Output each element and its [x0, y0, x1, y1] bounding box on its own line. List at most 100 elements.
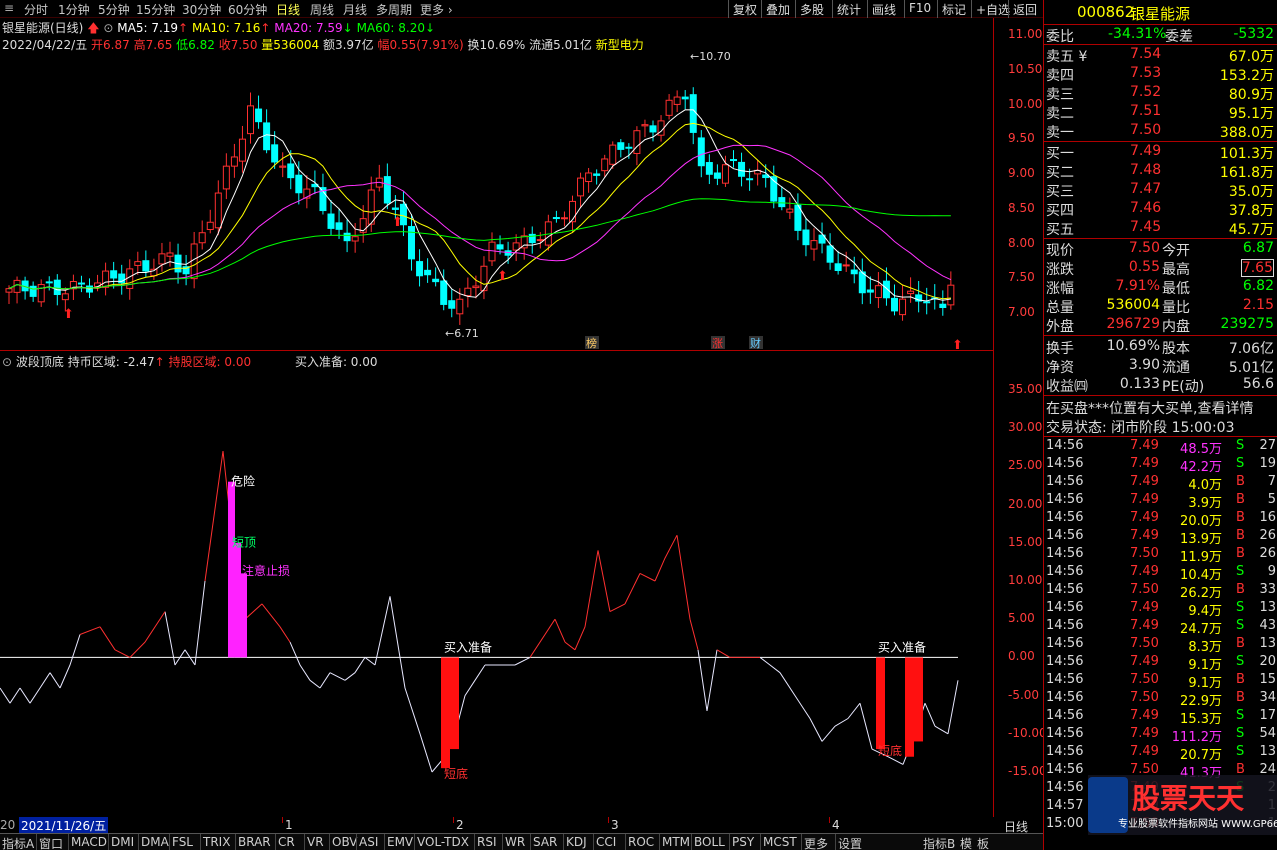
tab-period-7[interactable]: 周线	[310, 1, 334, 18]
event-marker[interactable]: 榜	[586, 336, 597, 350]
indicator-tab-22[interactable]: PSY	[732, 835, 754, 849]
indicator-tab-3[interactable]: DMI	[111, 835, 134, 849]
toolbar-separator	[1008, 0, 1009, 18]
indicator-tab-4[interactable]: DMA	[141, 835, 169, 849]
weibi-value: -34.31%	[1108, 26, 1167, 42]
sell-level-row[interactable]: 卖四 7.53 153.2万	[1044, 64, 1277, 84]
candle-body	[891, 297, 898, 312]
candle-body	[730, 159, 737, 162]
indicator-tab-6[interactable]: TRIX	[203, 835, 230, 849]
indicator-tab-20[interactable]: MTM	[662, 835, 690, 849]
candle-body	[126, 268, 134, 289]
chevron-down-icon[interactable]: ⊙	[103, 21, 113, 35]
candle-body	[102, 270, 110, 288]
indicator-tab-12[interactable]: EMV	[387, 835, 413, 849]
toolbar-button-1[interactable]: 叠加	[766, 1, 790, 18]
tab-separator	[414, 834, 415, 850]
tab-separator	[801, 834, 802, 850]
sell-level-label: 卖二	[1046, 106, 1074, 122]
indicator-tab-21[interactable]: BOLL	[694, 835, 725, 849]
candle-body	[625, 146, 633, 149]
toolbar-button-5[interactable]: F10	[909, 1, 931, 15]
stat-value: 10.69%	[1106, 338, 1160, 354]
indicator-tab-10[interactable]: OBV	[332, 835, 358, 849]
buy-level-row[interactable]: 买二 7.48 161.8万	[1044, 161, 1277, 181]
indicator-tab-13[interactable]: VOL-TDX	[417, 835, 469, 849]
tick-time: 14:56	[1046, 564, 1084, 579]
indicator-tab-0[interactable]: 指标A	[2, 835, 34, 850]
indicator-tab-17[interactable]: KDJ	[566, 835, 587, 849]
candle-body	[874, 285, 882, 299]
sell-level-row[interactable]: 卖一 7.50 388.0万	[1044, 121, 1277, 141]
sell-level-row[interactable]: 卖三 7.52 80.9万	[1044, 83, 1277, 103]
menu-icon[interactable]: ≡	[4, 1, 14, 15]
indicator-tab-24[interactable]: 更多	[804, 835, 828, 850]
indicator-b-tab-0[interactable]: 指标B	[923, 835, 955, 850]
indicator-tab-5[interactable]: FSL	[172, 835, 193, 849]
tab-separator	[275, 834, 276, 850]
indicator-tick: 0.00	[1008, 649, 1035, 664]
indicator-tab-18[interactable]: CCI	[596, 835, 616, 849]
indicator-chart[interactable]: 危险 短顶 注意止损 买入准备 短底 买入准备 短底	[0, 351, 1000, 817]
tab-period-10[interactable]: 更多 ›	[420, 1, 453, 18]
toolbar-button-8[interactable]: 返回	[1013, 1, 1037, 18]
buy-arrow-icon: ⬆	[952, 338, 963, 350]
candle-body	[295, 174, 303, 194]
sell-level-row[interactable]: 卖五 ¥ 7.54 67.0万	[1044, 45, 1277, 65]
sell-level-row[interactable]: 卖二 7.51 95.1万	[1044, 102, 1277, 122]
tab-period-6[interactable]: 日线	[276, 1, 300, 18]
toolbar-button-7[interactable]: +自选	[976, 1, 1010, 18]
big-order-notice[interactable]: 在买盘***位置有大买单,查看详情	[1044, 397, 1277, 417]
buy-level-row[interactable]: 买五 7.45 45.7万	[1044, 218, 1277, 238]
tab-separator	[356, 834, 357, 850]
stat-value: 5.01亿	[1228, 360, 1274, 376]
tab-period-8[interactable]: 月线	[343, 1, 367, 18]
tick-row: 14:56 7.49 13.9万 B 26	[1044, 528, 1277, 547]
toolbar-button-0[interactable]: 复权	[733, 1, 757, 18]
indicator-tab-14[interactable]: RSI	[477, 835, 497, 849]
tab-period-3[interactable]: 15分钟	[136, 1, 175, 18]
signal-annotation: 危险	[231, 474, 255, 489]
toolbar-button-2[interactable]: 多股	[800, 1, 824, 18]
tab-period-2[interactable]: 5分钟	[98, 1, 130, 18]
indicator-tab-11[interactable]: ASI	[359, 835, 378, 849]
settings-icon[interactable]: ⊙	[2, 355, 12, 369]
candle-body	[850, 269, 858, 275]
indicator-tab-23[interactable]: MCST	[763, 835, 797, 849]
buy-volume: 101.3万	[1219, 146, 1274, 162]
tick-time: 14:56	[1046, 780, 1084, 795]
toolbar-button-3[interactable]: 统计	[837, 1, 861, 18]
indicator-tab-9[interactable]: VR	[307, 835, 324, 849]
buy-level-row[interactable]: 买一 7.49 101.3万	[1044, 142, 1277, 162]
indicator-tab-16[interactable]: SAR	[533, 835, 557, 849]
tab-period-1[interactable]: 1分钟	[58, 1, 90, 18]
indicator-tab-19[interactable]: ROC	[628, 835, 654, 849]
month-tick: 3	[611, 818, 619, 832]
candle-body	[198, 232, 206, 244]
tick-time: 14:56	[1046, 672, 1084, 687]
buy-level-row[interactable]: 买三 7.47 35.0万	[1044, 180, 1277, 200]
tab-period-4[interactable]: 30分钟	[182, 1, 221, 18]
price-tick: 9.00	[1008, 166, 1035, 180]
event-marker[interactable]: 财	[750, 336, 761, 350]
buy-level-row[interactable]: 买四 7.46 37.8万	[1044, 199, 1277, 219]
kline-chart[interactable]: ←10.70 ←6.71 榜 涨 财 ⬆ ⬆ ⬆ ⬆	[0, 18, 1000, 353]
tick-time: 14:56	[1046, 528, 1084, 543]
toolbar-button-4[interactable]: 画线	[872, 1, 896, 18]
indicator-tab-25[interactable]: 设置	[838, 835, 862, 850]
indicator-tab-7[interactable]: BRAR	[238, 835, 271, 849]
indicator-tab-15[interactable]: WR	[505, 835, 525, 849]
indicator-tab-8[interactable]: CR	[278, 835, 295, 849]
candle-body	[230, 156, 238, 167]
indicator-b-tab-2[interactable]: 板	[977, 835, 989, 850]
indicator-tab-1[interactable]: 窗口	[39, 835, 63, 850]
tab-period-5[interactable]: 60分钟	[228, 1, 267, 18]
tab-period-9[interactable]: 多周期	[376, 1, 412, 18]
indicator-b-tab-1[interactable]: 模	[960, 835, 972, 850]
indicator-tab-2[interactable]: MACD	[71, 835, 107, 849]
tab-period-0[interactable]: 分时	[24, 1, 48, 18]
candle-body	[947, 284, 955, 306]
tab-separator	[68, 834, 69, 850]
event-marker[interactable]: 涨	[712, 337, 723, 350]
toolbar-button-6[interactable]: 标记	[942, 1, 966, 18]
